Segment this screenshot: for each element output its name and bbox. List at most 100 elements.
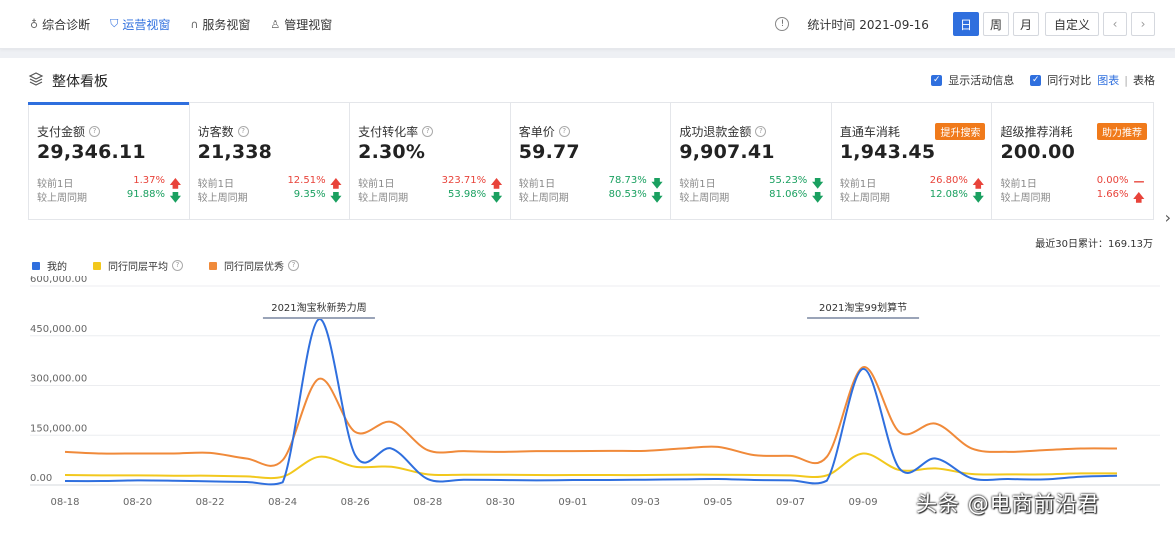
day-button[interactable]: 日 — [952, 12, 979, 36]
x-tick-label: 08-24 — [268, 497, 297, 508]
x-tick-label: 08-26 — [341, 497, 370, 508]
prev-date-button[interactable]: ‹ — [1103, 12, 1127, 36]
help-icon[interactable]: ? — [237, 126, 249, 137]
metric-card[interactable]: 支付金额? 29,346.11 较前1日 1.37% 🡅 较上周同期 91.88% 🡇 — [28, 102, 190, 219]
metric-card[interactable]: 直通车消耗 提升搜索 1,943.45 较前1日 26.80% 🡅 较上周同期 12.08% 🡇 — [832, 103, 993, 219]
overview-panel: 整体看板 ✓ 显示活动信息 ✓ 同行对比 图表 | 表格 支付金额? 29,346… — [0, 58, 1175, 535]
panel-title: 整体看板 — [52, 74, 108, 90]
x-tick-label: 09-03 — [631, 497, 660, 508]
compare-label: 较前1日 — [197, 179, 234, 190]
metric-value: 2.30% — [358, 141, 426, 163]
stat-time: 统计时间 2021-09-16 — [807, 17, 929, 32]
metric-label: 访客数 — [197, 125, 234, 139]
metric-label: 支付转化率 — [358, 125, 419, 139]
trend-down-icon: 🡇 — [169, 191, 181, 204]
compare-label: 较前1日 — [1000, 179, 1037, 190]
metric-card[interactable]: 超级推荐消耗 助力推荐 200.00 较前1日 0.00% — 较上周同期 1.66% 🡅 — [992, 103, 1153, 219]
legend-label: 同行同层优秀 — [224, 262, 284, 273]
legend-item[interactable]: 同行同层平均? — [93, 258, 183, 273]
next-date-button[interactable]: › — [1131, 12, 1155, 36]
help-icon[interactable]: ? — [558, 126, 570, 137]
tab-management-view[interactable]: ♙ 管理视窗 — [270, 16, 332, 33]
help-icon[interactable]: ? — [89, 126, 101, 137]
metric-card[interactable]: 支付转化率? 2.30% 较前1日 323.71% 🡅 较上周同期 53.98% 🡇 — [350, 103, 511, 219]
event-annotation: 2021淘宝秋新势力周 — [271, 301, 366, 314]
metric-value: 200.00 — [1000, 141, 1075, 163]
chart-view-link[interactable]: 图表 — [1097, 72, 1119, 88]
tab-service-view[interactable]: ∩ 服务视窗 — [190, 16, 250, 33]
help-icon[interactable]: ? — [422, 126, 434, 137]
peer-compare-option[interactable]: ✓ 同行对比 — [1030, 72, 1091, 88]
metric-name: 支付转化率? — [358, 123, 434, 140]
help-icon[interactable]: ? — [288, 260, 299, 271]
metric-card[interactable]: 成功退款金额? 9,907.41 较前1日 55.23% 🡇 较上周同期 81.06% 🡇 — [671, 103, 832, 219]
x-tick-label: 09-05 — [703, 497, 732, 508]
tab-comprehensive-diagnosis[interactable]: ♁ 综合诊断 — [30, 16, 90, 33]
metric-value: 29,346.11 — [37, 141, 146, 163]
y-tick-label: 0.00 — [30, 473, 52, 484]
x-tick-label: 09-01 — [558, 497, 587, 508]
trend-down-icon: 🡇 — [330, 191, 342, 204]
compare-label: 较上周同期 — [37, 193, 87, 204]
checkbox-checked-icon[interactable]: ✓ — [1030, 74, 1042, 86]
custom-range-button[interactable]: 自定义 — [1044, 12, 1099, 36]
table-view-link[interactable]: 表格 — [1133, 72, 1155, 88]
layers-icon — [28, 72, 44, 86]
legend-swatch — [93, 261, 101, 270]
option-label: 同行对比 — [1047, 74, 1092, 87]
show-activity-option[interactable]: ✓ 显示活动信息 — [931, 72, 1014, 88]
trend-down-icon: 🡇 — [490, 191, 503, 204]
compare-label: 较上周同期 — [358, 193, 409, 204]
bulb-icon: ♁ — [30, 17, 39, 31]
person-icon: ♙ — [270, 17, 281, 31]
compare-percent: 91.88% — [126, 189, 165, 200]
trend-flat-icon: — — [1133, 175, 1145, 188]
top-nav-bar: ♁ 综合诊断 ⛉ 运营视窗 ∩ 服务视窗 ♙ 管理视窗 ! 统计时间 2021-… — [0, 0, 1175, 49]
x-tick-label: 08-28 — [413, 497, 442, 508]
compare-label: 较上周同期 — [1000, 193, 1051, 204]
trend-up-icon: 🡅 — [1133, 191, 1145, 204]
info-icon[interactable]: ! — [775, 17, 790, 31]
month-button[interactable]: 月 — [1012, 12, 1039, 36]
chevron-right-icon[interactable]: › — [1165, 208, 1171, 227]
compare-percent: 55.23% — [769, 175, 808, 186]
series-line-0 — [64, 318, 1118, 486]
legend-item[interactable]: 同行同层优秀? — [209, 258, 299, 273]
metric-card[interactable]: 客单价? 59.77 较前1日 78.73% 🡇 较上周同期 80.53% 🡇 — [511, 103, 672, 219]
compare-percent: 1.37% — [133, 175, 165, 186]
help-icon[interactable]: ? — [172, 260, 183, 271]
panel-header: 整体看板 ✓ 显示活动信息 ✓ 同行对比 图表 | 表格 — [0, 58, 1175, 102]
metric-card[interactable]: 访客数? 21,338 较前1日 12.51% 🡅 较上周同期 9.35% 🡇 — [190, 103, 351, 219]
promo-badge[interactable]: 提升搜索 — [935, 123, 986, 140]
legend-swatch — [209, 261, 217, 270]
tab-label: 服务视窗 — [202, 17, 251, 32]
compare-percent: 12.51% — [287, 175, 326, 186]
metric-cards: 支付金额? 29,346.11 较前1日 1.37% 🡅 较上周同期 91.88% 🡇 访客数?… — [28, 102, 1154, 220]
metric-value: 59.77 — [518, 141, 580, 163]
date-toolbar: ! 统计时间 2021-09-16 日 周 月 自定义 ‹ › — [775, 12, 1155, 36]
help-icon[interactable]: ? — [755, 126, 767, 137]
tab-label: 综合诊断 — [42, 17, 91, 32]
legend-item[interactable]: 我的 — [32, 258, 67, 273]
tab-operations-view[interactable]: ⛉ 运营视窗 — [110, 16, 170, 33]
compare-label: 较上周同期 — [839, 193, 890, 204]
metric-name: 成功退款金额? — [679, 123, 767, 140]
promo-badge[interactable]: 助力推荐 — [1097, 123, 1148, 140]
watermark: 头条 @电商前沿君 — [916, 492, 1100, 516]
compare-percent: 12.08% — [929, 189, 968, 200]
legend-label: 我的 — [47, 262, 67, 273]
metric-value: 21,338 — [197, 141, 273, 163]
week-button[interactable]: 周 — [982, 12, 1009, 36]
legend-label: 同行同层平均 — [108, 262, 168, 273]
compare-label: 较上周同期 — [518, 193, 569, 204]
legend-swatch — [32, 261, 40, 270]
compare-percent: 0.00% — [1096, 175, 1129, 186]
y-tick-label: 600,000.00 — [30, 276, 87, 285]
checkbox-checked-icon[interactable]: ✓ — [931, 74, 943, 86]
compare-percent: 323.71% — [441, 175, 487, 186]
tab-label: 管理视窗 — [284, 17, 333, 32]
view-tabs: ♁ 综合诊断 ⛉ 运营视窗 ∩ 服务视窗 ♙ 管理视窗 — [30, 0, 352, 48]
y-tick-label: 450,000.00 — [30, 324, 87, 335]
x-tick-label: 09-07 — [776, 497, 805, 508]
compare-percent: 26.80% — [929, 175, 968, 186]
